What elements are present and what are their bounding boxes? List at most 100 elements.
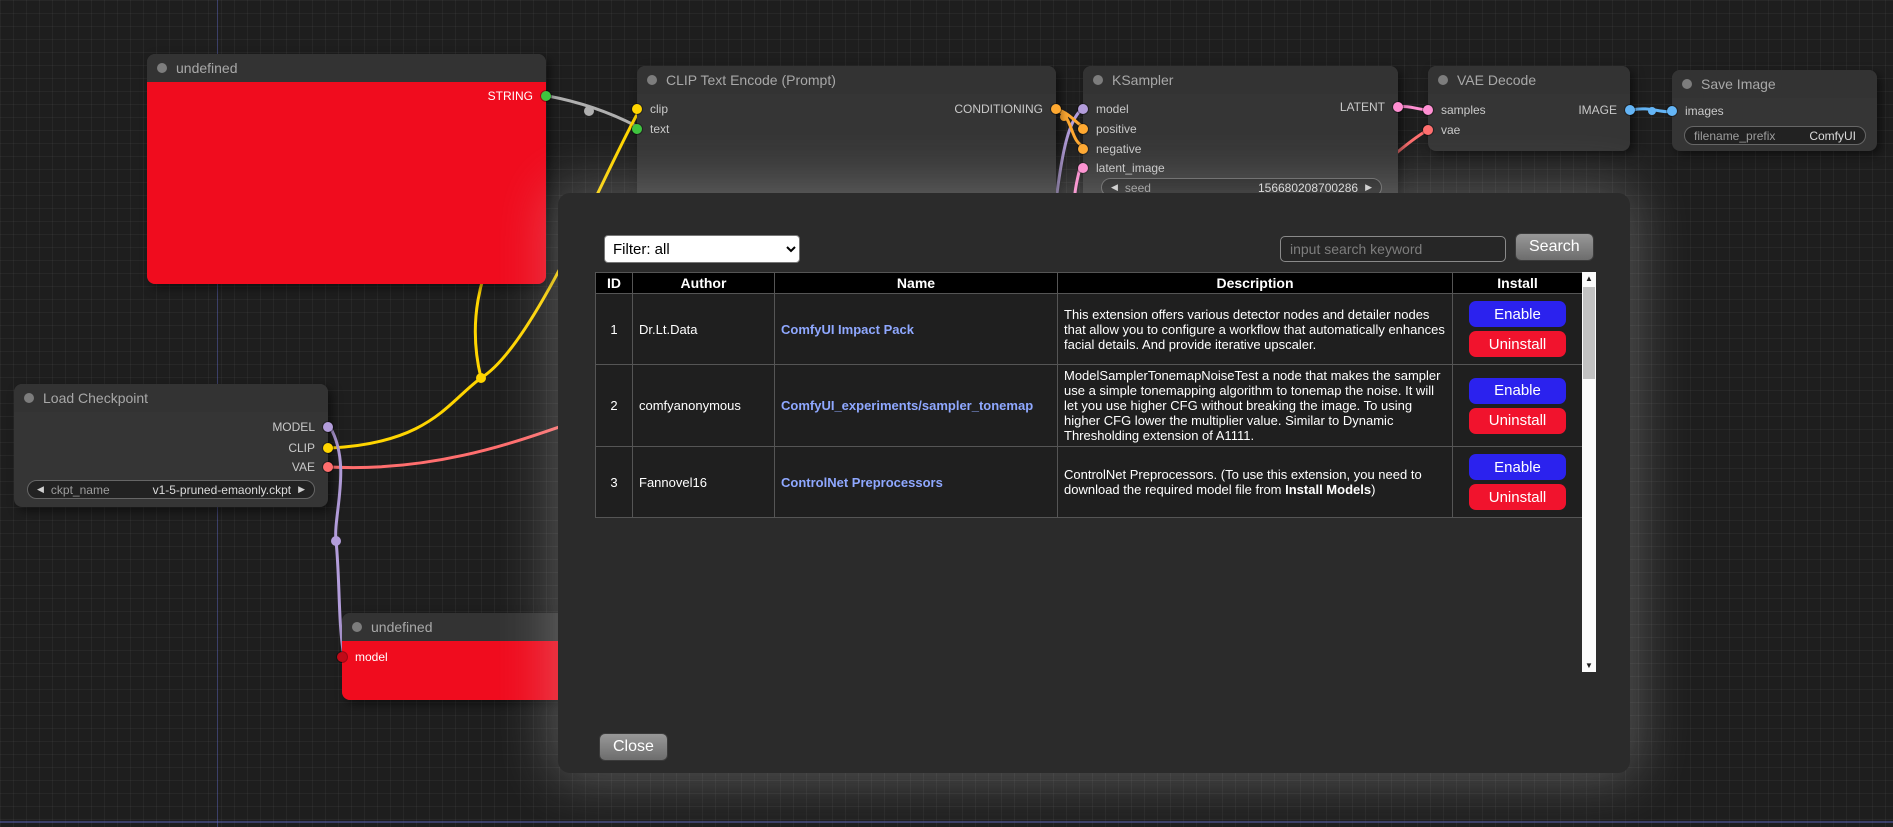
column-header-install: Install: [1453, 273, 1583, 294]
enable-button[interactable]: Enable: [1469, 301, 1566, 327]
input-port-negative: negative: [1083, 141, 1398, 157]
port-dot[interactable]: [632, 124, 642, 134]
port-dot[interactable]: [1667, 106, 1677, 116]
scroll-up-icon[interactable]: ▲: [1582, 272, 1596, 285]
node-header[interactable]: Save Image: [1672, 70, 1877, 98]
node-title: CLIP Text Encode (Prompt): [666, 72, 836, 88]
port-dot[interactable]: [1078, 163, 1088, 173]
cell-description: This extension offers various detector n…: [1058, 294, 1453, 365]
node-header[interactable]: undefined: [147, 54, 546, 82]
cell-id: 1: [596, 294, 633, 365]
port-dot[interactable]: [1393, 102, 1403, 112]
table-scrollbar[interactable]: ▲ ▼: [1582, 272, 1596, 672]
collapse-dot[interactable]: [647, 75, 657, 85]
cell-install: Enable Uninstall: [1453, 294, 1583, 365]
column-header-author: Author: [633, 273, 775, 294]
close-button[interactable]: Close: [599, 733, 668, 761]
combo-left-icon[interactable]: ◀: [37, 480, 44, 499]
table-body: 1Dr.Lt.DataComfyUI Impact PackThis exten…: [596, 294, 1583, 518]
node-title: undefined: [371, 619, 433, 635]
port-dot[interactable]: [323, 422, 333, 432]
cell-author: Fannovel16: [633, 447, 775, 518]
column-header-description: Description: [1058, 273, 1453, 294]
input-port-text: text: [637, 121, 1056, 137]
uninstall-button[interactable]: Uninstall: [1469, 331, 1566, 357]
port-dot[interactable]: [1078, 124, 1088, 134]
uninstall-button[interactable]: Uninstall: [1469, 484, 1566, 510]
input-port-model: model: [342, 649, 565, 665]
node-title: Load Checkpoint: [43, 390, 148, 406]
collapse-dot[interactable]: [1438, 75, 1448, 85]
port-dot[interactable]: [323, 443, 333, 453]
port-dot[interactable]: [541, 91, 551, 101]
collapse-dot[interactable]: [352, 622, 362, 632]
extension-link[interactable]: ComfyUI Impact Pack: [781, 322, 914, 337]
node-title: undefined: [176, 60, 238, 76]
port-dot[interactable]: [337, 652, 347, 662]
collapse-dot[interactable]: [24, 393, 34, 403]
collapse-dot[interactable]: [157, 63, 167, 73]
extension-row: 2comfyanonymous ComfyUI_experiments/sampl…: [596, 365, 1583, 447]
enable-button[interactable]: Enable: [1469, 378, 1566, 404]
output-port-string: STRING: [147, 88, 546, 104]
input-port-images: images: [1672, 103, 1877, 119]
port-dot[interactable]: [1078, 144, 1088, 154]
search-input[interactable]: [1280, 236, 1506, 262]
scroll-down-icon[interactable]: ▼: [1582, 659, 1596, 672]
output-port-conditioning: CONDITIONING: [637, 101, 1056, 117]
table-head-row: IDAuthorNameDescriptionInstall: [596, 273, 1583, 294]
collapse-dot[interactable]: [1093, 75, 1103, 85]
column-header-name: Name: [775, 273, 1058, 294]
extension-link[interactable]: ControlNet Preprocessors: [781, 475, 943, 490]
error-node-body: [147, 82, 546, 284]
output-port-model: MODEL: [14, 419, 328, 435]
output-port-image: IMAGE: [1428, 102, 1630, 118]
scroll-thumb[interactable]: [1583, 287, 1595, 379]
node-header[interactable]: undefined: [342, 613, 565, 641]
node-header[interactable]: CLIP Text Encode (Prompt): [637, 66, 1056, 94]
input-port-positive: positive: [1083, 121, 1398, 137]
enable-button[interactable]: Enable: [1469, 454, 1566, 480]
filename-prefix-widget[interactable]: filename_prefix ComfyUI: [1684, 126, 1866, 145]
node-header[interactable]: Load Checkpoint: [14, 384, 328, 412]
node-header[interactable]: KSampler: [1083, 66, 1398, 94]
combo-right-icon[interactable]: ▶: [298, 480, 305, 499]
extension-row: 1Dr.Lt.DataComfyUI Impact PackThis exten…: [596, 294, 1583, 365]
port-dot[interactable]: [1423, 125, 1433, 135]
node-title: Save Image: [1701, 76, 1776, 92]
output-port-clip: CLIP: [14, 440, 328, 456]
node-title: VAE Decode: [1457, 72, 1536, 88]
collapse-dot[interactable]: [1682, 79, 1692, 89]
port-dot[interactable]: [323, 462, 333, 472]
extension-row: 3Fannovel16 ControlNet Preprocessors Contr…: [596, 447, 1583, 518]
node-save-image[interactable]: Save Image images filename_prefix ComfyU…: [1672, 70, 1877, 151]
cell-author: comfyanonymous: [633, 365, 775, 447]
cell-id: 3: [596, 447, 633, 518]
filter-select[interactable]: Filter: all: [604, 235, 800, 263]
node-header[interactable]: VAE Decode: [1428, 66, 1630, 94]
cell-install: Enable Uninstall: [1453, 365, 1583, 447]
cell-id: 2: [596, 365, 633, 447]
cell-install: Enable Uninstall: [1453, 447, 1583, 518]
custom-nodes-dialog: Filter: all Search IDAuthorNameDescripti…: [558, 193, 1630, 773]
cell-description: ModelSamplerTonemapNoiseTest a node that…: [1058, 365, 1453, 447]
output-port-vae: VAE: [14, 459, 328, 475]
ckpt-name-widget[interactable]: ◀ ckpt_name v1-5-pruned-emaonly.ckpt ▶: [27, 480, 315, 499]
input-port-latent-image: latent_image: [1083, 160, 1398, 176]
cell-name: ControlNet Preprocessors: [775, 447, 1058, 518]
port-dot[interactable]: [1625, 105, 1635, 115]
uninstall-button[interactable]: Uninstall: [1469, 408, 1566, 434]
node-undefined-string[interactable]: undefined STRING: [147, 54, 546, 284]
input-port-vae: vae: [1428, 122, 1630, 138]
cell-description: ControlNet Preprocessors. (To use this e…: [1058, 447, 1453, 518]
search-button[interactable]: Search: [1515, 233, 1594, 261]
extensions-table: IDAuthorNameDescriptionInstall 1Dr.Lt.Da…: [595, 272, 1583, 518]
graph-canvas[interactable]: undefined STRING CLIP Text Encode (Promp…: [0, 0, 1893, 827]
node-load-checkpoint[interactable]: Load Checkpoint MODEL CLIP VAE ◀ ckpt_na…: [14, 384, 328, 507]
port-dot[interactable]: [1051, 104, 1061, 114]
output-port-latent: LATENT: [1083, 99, 1398, 115]
node-undefined-model[interactable]: undefined model: [342, 613, 565, 700]
node-vae-decode[interactable]: VAE Decode samples vae IMAGE: [1428, 66, 1630, 151]
extension-link[interactable]: ComfyUI_experiments/sampler_tonemap: [781, 398, 1033, 413]
extensions-table-wrap: IDAuthorNameDescriptionInstall 1Dr.Lt.Da…: [595, 272, 1596, 672]
